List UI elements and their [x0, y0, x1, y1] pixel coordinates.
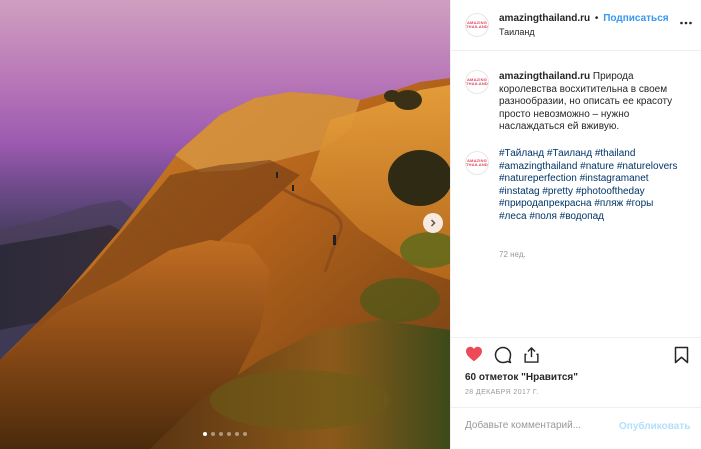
- carousel-dot: [219, 432, 223, 436]
- caption-username[interactable]: amazingthailand.ru: [499, 71, 590, 82]
- chevron-right-icon: [430, 219, 436, 227]
- more-options-button[interactable]: [680, 14, 692, 28]
- hashtag-link[interactable]: #naturelovers: [617, 161, 678, 172]
- post-side-panel: AMAZING THAILAND amazingthailand.ru • По…: [450, 0, 701, 449]
- landscape-image: [0, 0, 450, 449]
- carousel-dot: [235, 432, 239, 436]
- save-button[interactable]: [674, 346, 689, 369]
- comment-button[interactable]: [494, 346, 512, 369]
- hashtag-link[interactable]: #thailand: [595, 148, 636, 159]
- hashtag-link[interactable]: #natureperfection: [499, 173, 580, 184]
- next-slide-button[interactable]: [423, 213, 443, 233]
- hashtags-avatar[interactable]: AMAZING THAILAND: [465, 151, 489, 175]
- hashtag-link[interactable]: #pretty: [542, 186, 575, 197]
- brand-logo: AMAZING THAILAND: [465, 158, 489, 167]
- bookmark-icon: [674, 346, 689, 364]
- hashtag-link[interactable]: #photooftheday: [576, 186, 645, 197]
- hashtag-link[interactable]: #nature: [580, 161, 617, 172]
- share-button[interactable]: [523, 346, 540, 369]
- like-button[interactable]: [465, 346, 483, 367]
- likes-count[interactable]: 60 отметок "Нравится": [465, 372, 578, 383]
- post-date: 28 ДЕКАБРЯ 2017 Г.: [465, 389, 539, 396]
- comment-input[interactable]: [465, 420, 615, 431]
- hashtag-link[interactable]: #горы: [626, 198, 653, 209]
- hashtag-link[interactable]: #instatag: [499, 186, 542, 197]
- hashtag-link[interactable]: #Тайланд: [499, 148, 547, 159]
- more-options-icon: [680, 21, 692, 25]
- share-icon: [524, 347, 539, 363]
- hashtag-list: #Тайланд #Таиланд #thailand #amazingthai…: [499, 148, 679, 224]
- hashtag-link[interactable]: #водопад: [560, 211, 604, 222]
- heart-icon: [466, 346, 482, 362]
- hashtag-link[interactable]: #поля: [529, 211, 559, 222]
- hashtag-link[interactable]: #природапрекрасна: [499, 198, 594, 209]
- carousel-dot: [243, 432, 247, 436]
- comments-area[interactable]: AMAZING THAILAND amazingthailand.ru Прир…: [451, 51, 701, 334]
- hashtag-link[interactable]: #instagramanet: [580, 173, 649, 184]
- header-line: amazingthailand.ru • Подписаться: [499, 13, 669, 24]
- post-caption: amazingthailand.ru Природа королевства в…: [499, 71, 679, 134]
- instagram-post: AMAZING THAILAND amazingthailand.ru • По…: [0, 0, 701, 449]
- comment-icon: [494, 346, 512, 364]
- hashtag-link[interactable]: #пляж: [594, 198, 626, 209]
- hashtag-link[interactable]: #amazingthailand: [499, 161, 580, 172]
- carousel-dot: [203, 432, 207, 436]
- location-link[interactable]: Таиланд: [499, 27, 535, 37]
- caption-avatar[interactable]: AMAZING THAILAND: [465, 70, 489, 94]
- brand-logo: AMAZING THAILAND: [465, 20, 489, 29]
- comment-age: 72 нед.: [499, 250, 526, 259]
- publish-button[interactable]: Опубликовать: [619, 421, 690, 432]
- add-comment-bar: Опубликовать: [451, 407, 701, 449]
- follow-button[interactable]: Подписаться: [603, 13, 668, 24]
- carousel-dot: [211, 432, 215, 436]
- account-avatar[interactable]: AMAZING THAILAND: [465, 13, 489, 37]
- post-header: AMAZING THAILAND amazingthailand.ru • По…: [451, 0, 701, 51]
- post-photo[interactable]: [0, 0, 450, 449]
- hashtag-link[interactable]: #Таиланд: [547, 148, 595, 159]
- carousel-dot: [227, 432, 231, 436]
- action-bar: [451, 337, 701, 368]
- hashtag-link[interactable]: #леса: [499, 211, 529, 222]
- separator-dot: •: [594, 13, 599, 24]
- carousel-indicator: [203, 432, 247, 436]
- brand-logo: AMAZING THAILAND: [465, 77, 489, 86]
- account-username[interactable]: amazingthailand.ru: [499, 13, 590, 24]
